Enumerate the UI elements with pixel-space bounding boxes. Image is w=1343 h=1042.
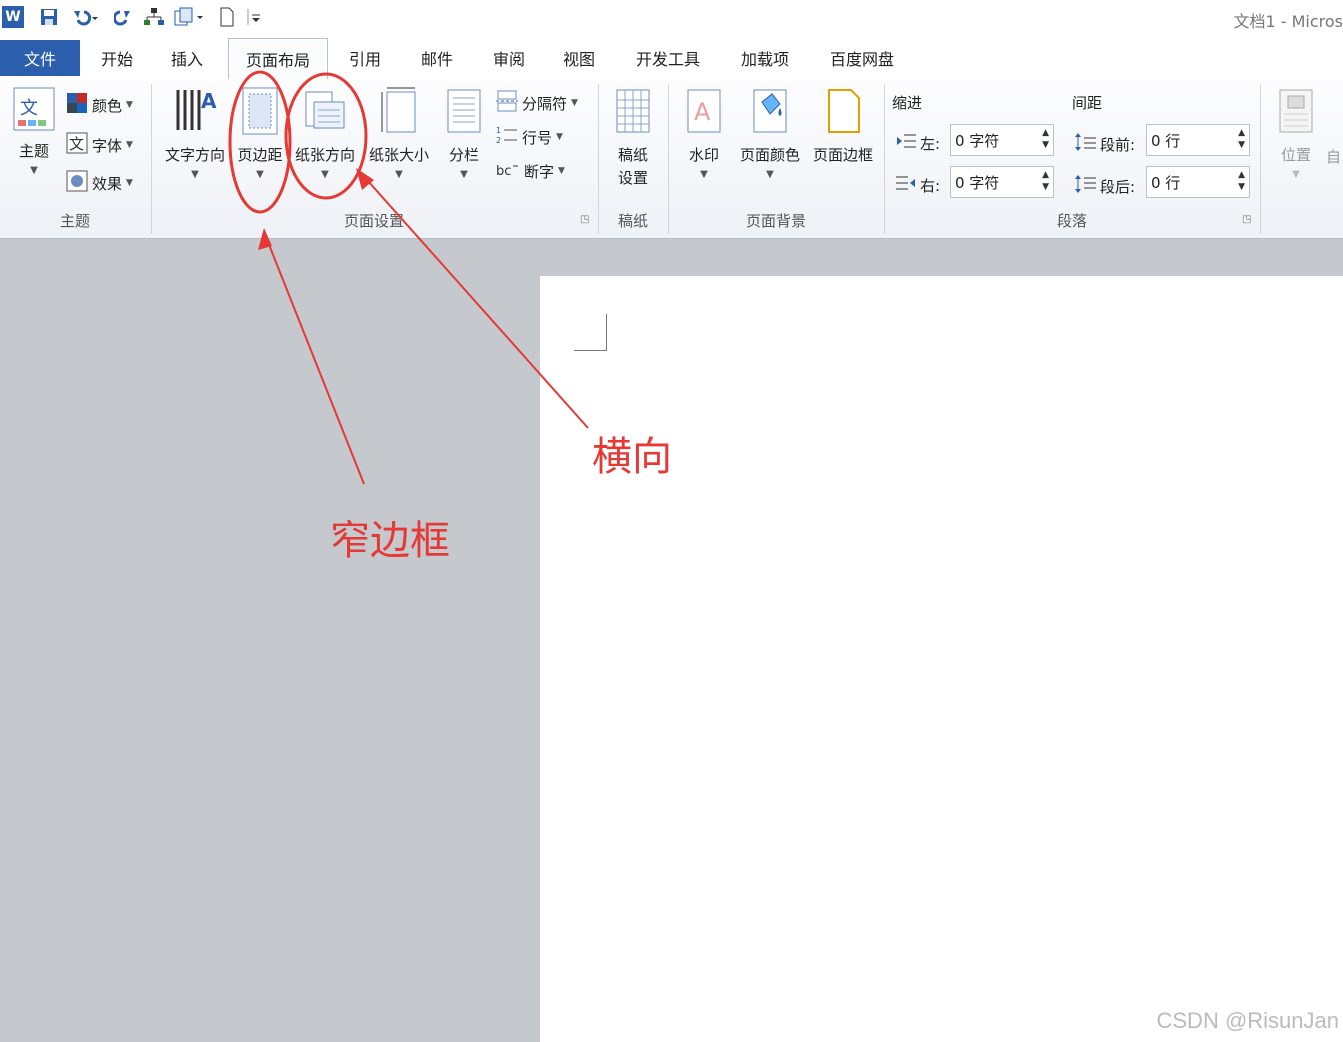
annotation-overlay [228,70,589,485]
arrow-head [356,168,374,190]
annotation-narrow-margin: 窄边框 [330,518,450,564]
annotation-landscape: 横向 [592,434,672,480]
arrow-to-orientation [359,171,589,429]
orientation-highlight-circle [284,72,368,200]
arrow-to-margins [263,231,365,485]
margins-highlight-circle [228,70,292,214]
